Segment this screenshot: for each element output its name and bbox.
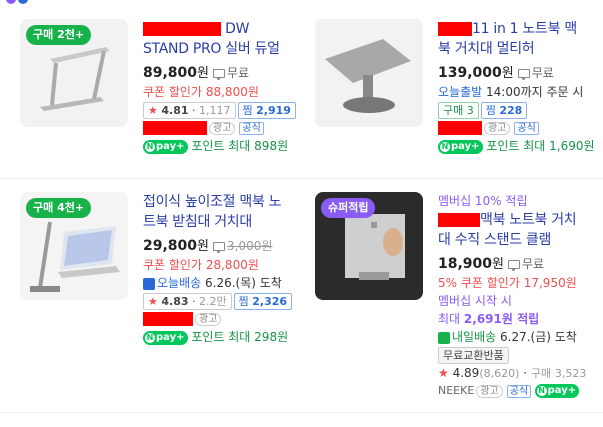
partial-icon xyxy=(6,0,16,4)
rating-row: ★ 4.89(8,620) · 구매 3,523 xyxy=(438,366,587,380)
redacted-text xyxy=(438,213,480,227)
price: 89,800원 무료 xyxy=(143,65,250,81)
seller-row: 광고 공식 xyxy=(143,119,298,137)
redacted-seller xyxy=(438,121,482,135)
membership-rate: 멤버십 10% 적립 xyxy=(438,194,528,208)
delivery-icon xyxy=(438,331,450,344)
npay-icon: Npay+ xyxy=(534,384,580,398)
buy-chip: 구매 3 xyxy=(438,102,479,119)
rating-row: ★ 4.83 · 2.2만 찜 2,326 xyxy=(143,292,294,310)
top-partial-strip xyxy=(0,0,603,6)
product-image[interactable]: 슈퍼적립 xyxy=(315,192,423,300)
seller-row: 광고 공식 xyxy=(438,119,595,137)
official-badge: 공식 xyxy=(506,385,532,398)
rating-chip: ★ 4.81 · 1,117 xyxy=(143,102,236,119)
seller-row: 광고 xyxy=(143,310,294,328)
official-badge: 공식 xyxy=(514,122,539,135)
point-row: Npay+ 포인트 최대 898원 xyxy=(143,137,298,155)
return-row: 무료교환반품 xyxy=(438,346,588,364)
product-title[interactable]: 11 in 1 노트북 맥북 거치대 멀티허 xyxy=(438,19,588,59)
zzim-chip[interactable]: 찜 2,919 xyxy=(237,102,296,119)
redacted-text xyxy=(143,22,221,36)
ad-label[interactable]: 광고 xyxy=(209,122,236,135)
truck-icon xyxy=(213,242,225,253)
redacted-text xyxy=(438,22,472,36)
rating-chip: ★ 4.83 · 2.2만 xyxy=(143,293,232,310)
purchase-badge: 구매 2천+ xyxy=(26,25,92,45)
purchase-badge: 구매 4천+ xyxy=(26,198,92,218)
price: 139,000원 무료 xyxy=(438,65,554,81)
rating-row: ★ 4.81 · 1,117 찜 2,919 xyxy=(143,101,298,119)
row-divider xyxy=(0,178,603,179)
truck-icon xyxy=(213,69,225,80)
delivery-row: 오늘배송 6.26.(목) 도착 xyxy=(143,274,294,292)
laptop-stand-image xyxy=(315,19,423,127)
coupon-price: 5% 쿠폰 할인가 17,950원 xyxy=(438,276,577,290)
zzim-chip[interactable]: 찜 2,326 xyxy=(233,293,293,310)
npay-icon: Npay+ xyxy=(143,139,188,154)
zzim-chip[interactable]: 찜 228 xyxy=(480,102,528,119)
product-title[interactable]: 맥북 노트북 거치대 수직 스탠드 클램 xyxy=(438,210,588,250)
membership-start: 멤버십 시작 시 xyxy=(438,294,512,308)
coupon-price: 쿠폰 할인가 88,800원 xyxy=(143,85,259,99)
free-return-chip: 무료교환반품 xyxy=(438,347,509,364)
redacted-seller xyxy=(143,312,193,326)
ad-label[interactable]: 광고 xyxy=(476,385,503,398)
official-badge: 공식 xyxy=(239,122,264,135)
truck-icon xyxy=(517,69,530,80)
bottom-divider xyxy=(0,412,603,413)
price: 18,900원 무료 xyxy=(438,256,545,272)
membership-max: 최대 2,691원 적립 xyxy=(438,312,540,326)
coupon-price: 쿠폰 할인가 28,800원 xyxy=(143,258,259,272)
product-image[interactable]: 구매 2천+ xyxy=(20,19,128,127)
price: 29,800원 3,000원 xyxy=(143,238,273,254)
star-icon: ★ xyxy=(148,104,158,117)
npay-icon: Npay+ xyxy=(143,330,188,345)
stats-row: 구매 3찜 228 xyxy=(438,101,595,119)
star-icon: ★ xyxy=(438,366,449,380)
partial-icon xyxy=(18,0,28,4)
product-title[interactable]: DW STAND PRO 실버 듀얼 노 xyxy=(143,19,293,59)
delivery-icon xyxy=(143,277,155,290)
super-reward-badge: 슈퍼적립 xyxy=(321,198,376,218)
today-shipping: 오늘출발 14:00까지 주문 시 xyxy=(438,85,584,99)
npay-icon: Npay+ xyxy=(438,139,483,154)
delivery-row: 내일배송 6.27.(금) 도착 xyxy=(438,328,588,346)
product-image[interactable] xyxy=(315,19,423,127)
ad-label[interactable]: 광고 xyxy=(195,313,222,326)
ad-label[interactable]: 광고 xyxy=(484,122,511,135)
product-image[interactable]: 구매 4천+ xyxy=(20,192,128,300)
seller-row: NEEKE 광고 공식 Npay+ xyxy=(438,382,588,400)
product-title[interactable]: 접이식 높이조절 맥북 노트북 받침대 거치대 xyxy=(143,192,293,232)
point-row: Npay+ 포인트 최대 298원 xyxy=(143,328,294,346)
truck-icon xyxy=(508,260,520,271)
star-icon: ★ xyxy=(148,295,158,308)
redacted-seller xyxy=(143,121,207,135)
point-row: Npay+ 포인트 최대 1,690원 xyxy=(438,137,595,155)
